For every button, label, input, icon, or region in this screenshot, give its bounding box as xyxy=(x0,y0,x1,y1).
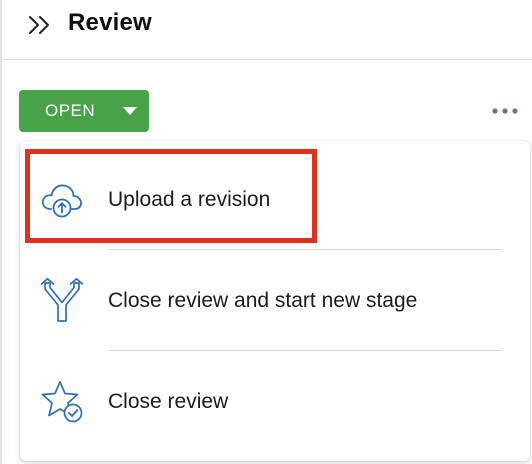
menu-item-label: Close review xyxy=(108,390,229,413)
collapse-panel-button[interactable] xyxy=(26,12,56,38)
status-actions-menu: Upload a revision Close review and start… xyxy=(20,141,530,461)
menu-divider xyxy=(108,249,502,250)
menu-item-label: Close review and start new stage xyxy=(108,289,418,312)
menu-item-close-review[interactable]: Close review xyxy=(20,353,530,449)
menu-divider xyxy=(108,350,502,351)
ellipsis-horizontal-icon xyxy=(492,108,518,114)
star-check-icon xyxy=(41,381,83,423)
review-panel: Review OPEN Upload a revision Close revi… xyxy=(0,0,532,464)
menu-item-upload-revision[interactable]: Upload a revision xyxy=(20,151,530,247)
status-label: OPEN xyxy=(45,101,96,120)
menu-item-close-and-new-stage[interactable]: Close review and start new stage xyxy=(20,252,530,348)
caret-down-icon xyxy=(123,107,137,115)
panel-header: Review xyxy=(2,0,532,60)
status-dropdown-button[interactable]: OPEN xyxy=(19,90,149,132)
more-options-button[interactable] xyxy=(488,100,522,122)
merge-arrows-icon xyxy=(40,278,84,322)
menu-item-label: Upload a revision xyxy=(108,188,271,211)
panel-title: Review xyxy=(68,9,152,36)
double-chevron-right-icon xyxy=(29,16,49,34)
cloud-upload-icon xyxy=(41,184,82,218)
